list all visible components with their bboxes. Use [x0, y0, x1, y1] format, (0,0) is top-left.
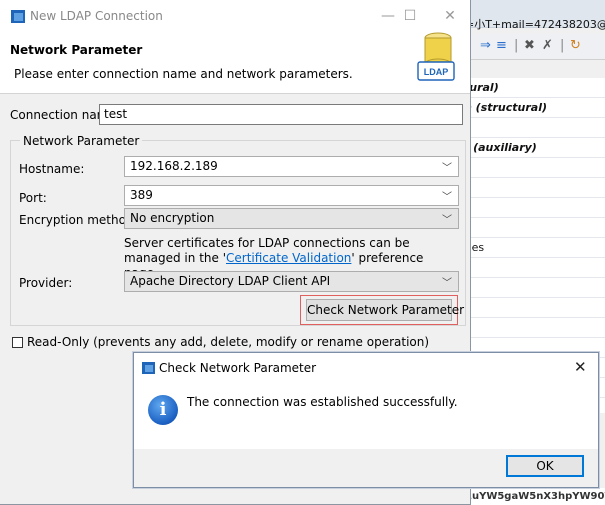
background-bottom-text: 1uYW5gaW5nX3hpYW90YW5 [462, 488, 605, 505]
separator: | [560, 38, 565, 53]
ldap-logo: LDAP [417, 32, 455, 81]
add-icon[interactable]: ⇒ [480, 39, 491, 53]
close-button[interactable]: ✕ [435, 5, 465, 27]
delete-all-icon[interactable]: ✗ [542, 39, 553, 53]
chevron-down-icon[interactable]: ﹀ [442, 190, 452, 205]
dialog-title: New LDAP Connection [30, 9, 163, 23]
page-title: Network Parameter [10, 43, 143, 57]
app-icon [11, 10, 25, 23]
app-icon [142, 362, 155, 374]
background-list-row: n (structural) [462, 98, 605, 118]
modal-title-bar[interactable]: Check Network Parameter ✕ [134, 353, 598, 382]
group-title: Network Parameter [20, 134, 143, 148]
dialog-title-bar[interactable]: New LDAP Connection — ☐ ✕ [0, 0, 470, 30]
background-list-row [462, 158, 605, 178]
hostname-combo[interactable]: 192.168.2.189 ﹀ [124, 156, 459, 177]
encryption-label: Encryption method: [19, 213, 138, 227]
background-list-row [462, 198, 605, 218]
info-icon: i [148, 395, 178, 425]
hostname-value: 192.168.2.189 [130, 159, 218, 173]
background-list-row [462, 178, 605, 198]
check-network-parameter-dialog: Check Network Parameter ✕ i The connecti… [133, 352, 599, 488]
background-list-row: tural) [462, 78, 605, 98]
separator: | [514, 38, 519, 53]
ok-button[interactable]: OK [506, 455, 584, 477]
chevron-down-icon[interactable]: ﹀ [442, 276, 452, 291]
readonly-checkbox[interactable] [12, 337, 23, 348]
delete-icon[interactable]: ✖ [524, 39, 535, 53]
background-toolbar: ⌕ ⇒ ≡ | ✖ ✗ | ↻ [462, 34, 605, 60]
port-value: 389 [130, 188, 153, 202]
background-list-row [462, 318, 605, 338]
provider-label: Provider: [19, 276, 73, 290]
port-combo[interactable]: 389 ﹀ [124, 185, 459, 206]
chevron-down-icon[interactable]: ﹀ [442, 161, 452, 176]
background-list-row [462, 118, 605, 138]
provider-value: Apache Directory LDAP Client API [130, 274, 331, 288]
page-description: Please enter connection name and network… [14, 67, 353, 81]
background-dn-text: =小T+mail=472438203@c [465, 18, 605, 31]
background-list-row [462, 258, 605, 278]
background-list-row [462, 278, 605, 298]
background-list-row: ries [462, 238, 605, 258]
ldap-logo-text: LDAP [424, 67, 449, 77]
background-list-row [462, 298, 605, 318]
refresh-icon[interactable]: ↻ [570, 39, 581, 53]
close-icon[interactable]: ✕ [574, 358, 587, 376]
background-list-row [462, 218, 605, 238]
encryption-select[interactable]: No encryption ﹀ [124, 208, 459, 229]
modal-message: The connection was established successfu… [187, 395, 458, 409]
chevron-down-icon[interactable]: ﹀ [442, 213, 452, 228]
wizard-header: Network Parameter Please enter connectio… [0, 30, 470, 94]
modal-footer: OK [134, 449, 598, 487]
port-label: Port: [19, 191, 47, 205]
provider-select[interactable]: Apache Directory LDAP Client API ﹀ [124, 271, 459, 292]
align-icon[interactable]: ≡ [496, 39, 507, 53]
modal-title: Check Network Parameter [159, 361, 317, 375]
check-network-parameter-button[interactable]: Check Network Parameter [306, 299, 464, 321]
certificate-validation-link[interactable]: Certificate Validation [226, 251, 351, 265]
maximize-button[interactable]: ☐ [395, 5, 425, 27]
encryption-value: No encryption [130, 211, 215, 225]
readonly-label[interactable]: Read-Only (prevents any add, delete, mod… [27, 335, 429, 349]
connection-name-input[interactable]: test [99, 104, 463, 125]
modal-body: i The connection was established success… [134, 382, 598, 449]
background-list-row: t (auxiliary) [462, 138, 605, 158]
hostname-label: Hostname: [19, 162, 85, 176]
